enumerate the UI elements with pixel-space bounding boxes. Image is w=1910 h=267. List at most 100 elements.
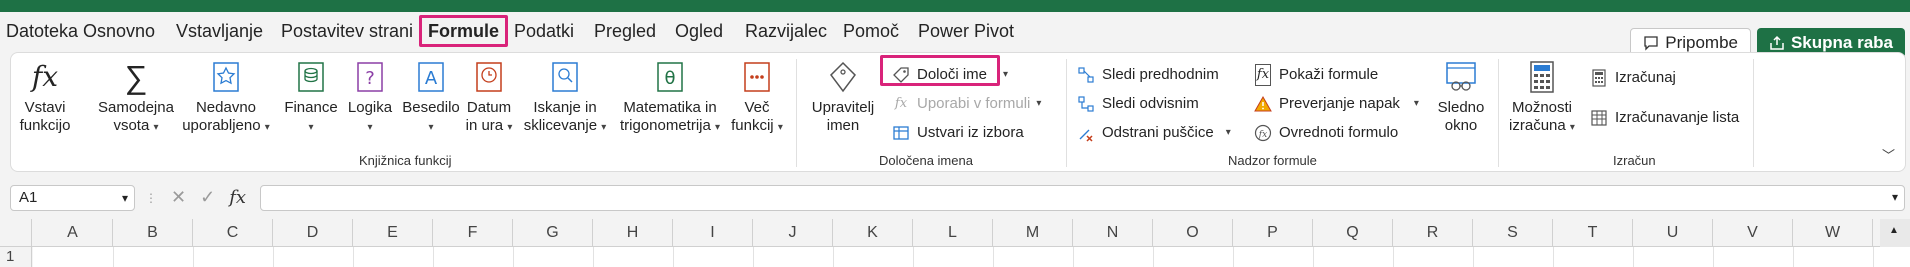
group-label-defined-names: Določena imena: [879, 153, 973, 168]
tab-power-pivot[interactable]: Power Pivot: [918, 20, 1014, 42]
calculate-sheet-button[interactable]: Izračunavanje lista: [1589, 108, 1739, 128]
column-header[interactable]: D: [273, 219, 353, 247]
more-functions-button[interactable]: Več funkcij ▾: [729, 59, 785, 137]
calculate-now-button[interactable]: Izračunaj: [1589, 68, 1676, 88]
chevron-down-icon: ▾: [153, 122, 159, 133]
more-label-2: funkcij: [731, 117, 774, 134]
create-from-selection-button[interactable]: Ustvari iz izbora: [891, 123, 1024, 143]
column-header[interactable]: C: [193, 219, 273, 247]
tag-icon: [826, 59, 860, 95]
autosum-button[interactable]: ∑ Samodejna vsota ▾: [96, 59, 176, 137]
column-header[interactable]: E: [353, 219, 433, 247]
magnifier-book-icon: [548, 59, 582, 95]
column-header[interactable]: F: [433, 219, 513, 247]
datetime-label-1: Datum: [466, 99, 512, 116]
formula-bar-controls: ⋮ ✕ ✓ fx: [145, 187, 246, 209]
watch-window-button[interactable]: Sledno okno: [1431, 59, 1491, 135]
collapse-ribbon-chevron-icon[interactable]: ﹀: [1882, 145, 1895, 164]
group-divider: [1498, 59, 1499, 167]
trace-precedents-button[interactable]: Sledi predhodnim: [1076, 65, 1219, 85]
grid-line: [113, 247, 114, 267]
datetime-button[interactable]: Datum in ura ▾: [461, 59, 517, 137]
grid-line: [1473, 247, 1474, 267]
cell-row-1[interactable]: [33, 247, 1910, 267]
grid-line: [1393, 247, 1394, 267]
group-divider: [796, 59, 797, 167]
column-header[interactable]: G: [513, 219, 593, 247]
autosum-label-2: vsota: [113, 117, 150, 134]
insert-function-button[interactable]: fx Vstavi funkcijo: [19, 59, 71, 135]
theta-book-icon: θ: [653, 59, 687, 95]
column-header[interactable]: U: [1633, 219, 1713, 247]
calculation-options-button[interactable]: Možnosti izračuna ▾: [1505, 59, 1579, 137]
select-all-corner[interactable]: [0, 219, 32, 247]
chevron-down-icon[interactable]: ▾: [1414, 94, 1419, 114]
column-header[interactable]: V: [1713, 219, 1793, 247]
cancel-icon[interactable]: ✕: [171, 187, 186, 209]
text-functions-button[interactable]: A Besedilo ▾: [399, 59, 463, 137]
grid-line: [1713, 247, 1714, 267]
evaluate-formula-label: Ovrednoti formulo: [1279, 124, 1399, 141]
name-manager-button[interactable]: Upravitelj imen: [806, 59, 880, 135]
column-header[interactable]: N: [1073, 219, 1153, 247]
recently-used-button[interactable]: Nedavno uporabljeno ▾: [181, 59, 271, 137]
trace-dependents-label: Sledi odvisnim: [1102, 95, 1199, 112]
text-label: Besedilo: [402, 99, 460, 116]
chevron-down-icon[interactable]: ▾: [1892, 190, 1898, 204]
column-header[interactable]: I: [673, 219, 753, 247]
chevron-down-icon[interactable]: ▾: [1003, 65, 1008, 85]
scrollbar-track[interactable]: ▲: [1880, 219, 1910, 247]
column-header[interactable]: J: [753, 219, 833, 247]
insert-function-label-1: Vstavi: [24, 99, 66, 116]
tab-page-layout[interactable]: Postavitev strani: [281, 20, 413, 42]
column-header[interactable]: O: [1153, 219, 1233, 247]
name-box[interactable]: A1 ▾: [10, 185, 135, 211]
trace-dependents-button[interactable]: Sledi odvisnim: [1076, 94, 1199, 114]
group-label-formula-auditing: Nadzor formule: [1228, 153, 1317, 168]
formula-input[interactable]: ▾: [260, 185, 1905, 211]
column-header[interactable]: B: [113, 219, 193, 247]
scroll-up-icon[interactable]: ▲: [1889, 225, 1899, 236]
column-header[interactable]: L: [913, 219, 993, 247]
grid-line: [993, 247, 994, 267]
tab-formulas[interactable]: Formule: [419, 15, 509, 47]
lookup-button[interactable]: Iskanje in sklicevanje ▾: [523, 59, 607, 137]
tab-review[interactable]: Pregled: [594, 20, 656, 42]
column-header[interactable]: K: [833, 219, 913, 247]
column-header[interactable]: M: [993, 219, 1073, 247]
tab-data[interactable]: Podatki: [514, 20, 574, 42]
use-in-formula-button[interactable]: fx Uporabi v formuli ▾: [891, 94, 1041, 114]
fx-icon: fx: [31, 60, 59, 93]
row-header[interactable]: 1: [0, 247, 32, 267]
column-header[interactable]: W: [1793, 219, 1873, 247]
tab-insert[interactable]: Vstavljanje: [176, 20, 263, 42]
show-formulas-button[interactable]: fx Pokaži formule: [1253, 64, 1378, 86]
logical-button[interactable]: ? Logika ▾: [345, 59, 395, 137]
tab-developer[interactable]: Razvijalec: [745, 20, 827, 42]
tab-view[interactable]: Ogled: [675, 20, 723, 42]
chevron-down-icon: ▾: [428, 122, 434, 133]
tab-home[interactable]: Osnovno: [83, 20, 155, 42]
trace-dependents-icon: [1076, 94, 1096, 114]
chevron-down-icon: ▾: [1036, 98, 1042, 109]
insert-function-fx-icon[interactable]: fx: [229, 187, 246, 209]
chevron-down-icon[interactable]: ▾: [122, 186, 128, 210]
calculator-small-icon: [1589, 68, 1609, 88]
math-trig-button[interactable]: θ Matematika in trigonometrija ▾: [615, 59, 725, 137]
error-checking-button[interactable]: Preverjanje napak ▾: [1253, 94, 1419, 114]
remove-arrows-button[interactable]: Odstrani puščice ▾: [1076, 123, 1231, 143]
column-header[interactable]: T: [1553, 219, 1633, 247]
column-header[interactable]: R: [1393, 219, 1473, 247]
column-header[interactable]: S: [1473, 219, 1553, 247]
calc-options-label-1: Možnosti: [1511, 99, 1573, 116]
column-header[interactable]: H: [593, 219, 673, 247]
financial-button[interactable]: Finance ▾: [283, 59, 339, 137]
column-header[interactable]: A: [33, 219, 113, 247]
tab-help[interactable]: Pomoč: [843, 20, 899, 42]
column-header[interactable]: P: [1233, 219, 1313, 247]
define-name-highlight: [880, 55, 1000, 86]
tab-file[interactable]: Datoteka: [6, 20, 78, 42]
evaluate-formula-button[interactable]: fx Ovrednoti formulo: [1253, 123, 1398, 143]
enter-check-icon[interactable]: ✓: [200, 187, 215, 209]
column-header[interactable]: Q: [1313, 219, 1393, 247]
